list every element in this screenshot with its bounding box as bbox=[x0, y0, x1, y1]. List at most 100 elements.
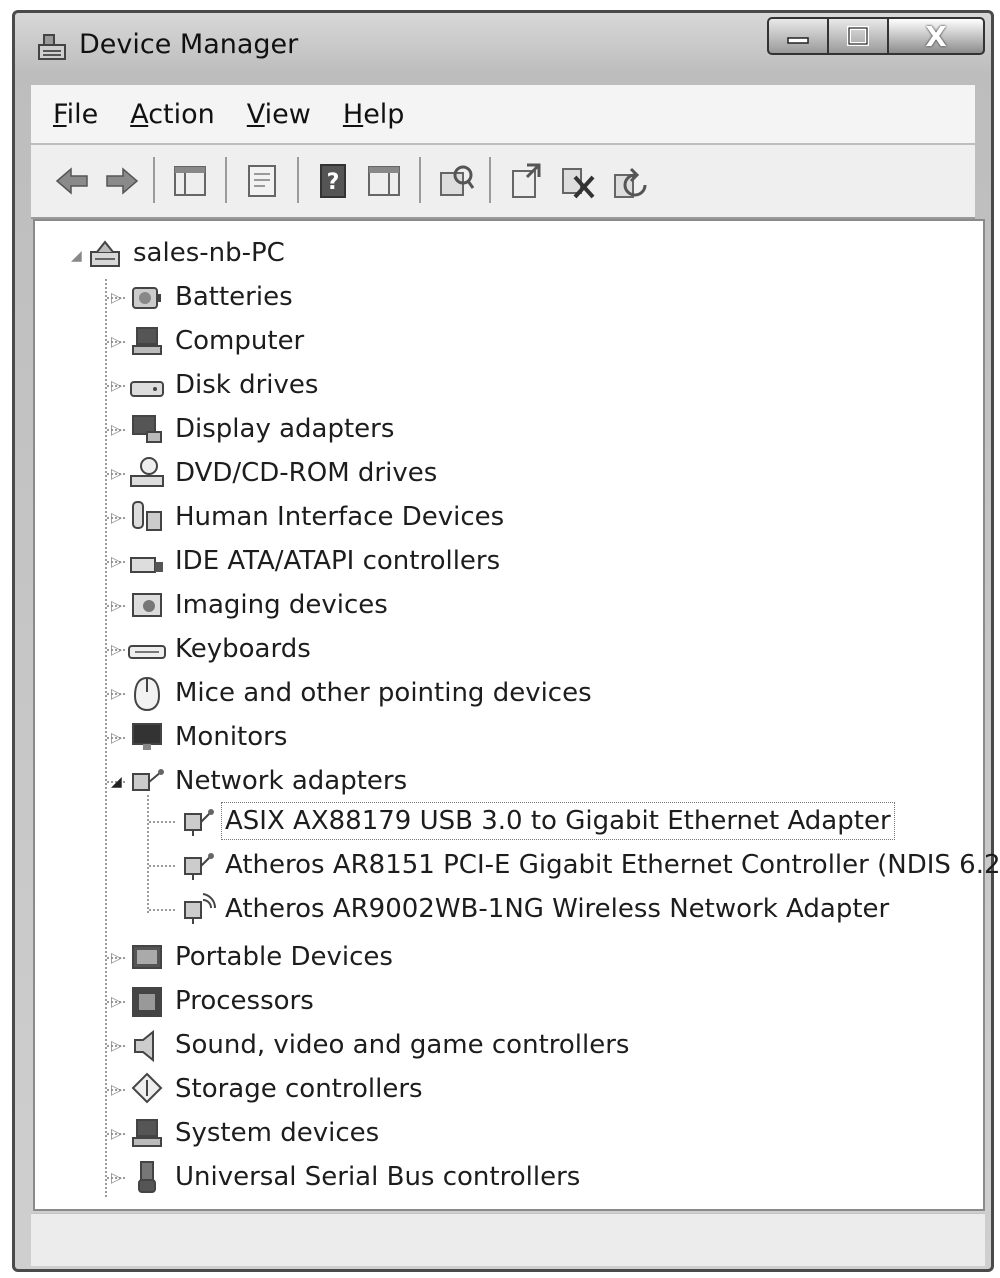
tree-guide-line bbox=[149, 909, 175, 911]
network-adapter-item[interactable]: Atheros AR8151 PCI-E Gigabit Ethernet Co… bbox=[177, 845, 1000, 885]
expand-icon[interactable]: ▷ bbox=[111, 995, 125, 1009]
wireless-adapter-icon bbox=[184, 893, 217, 924]
category-label: System devices bbox=[175, 1118, 380, 1148]
computer-root-icon bbox=[90, 240, 120, 267]
close-icon: X bbox=[925, 19, 947, 53]
toolbar-separator bbox=[297, 157, 299, 203]
category-label: Batteries bbox=[175, 282, 293, 312]
expand-icon[interactable]: ▷ bbox=[111, 379, 125, 393]
toolbar: ? bbox=[31, 145, 975, 219]
expand-icon[interactable]: ▷ bbox=[111, 643, 125, 657]
forward-arrow-icon[interactable] bbox=[103, 161, 141, 201]
computer-icon bbox=[132, 327, 162, 355]
toolbar-separator bbox=[489, 157, 491, 203]
update-driver-icon[interactable] bbox=[507, 161, 545, 201]
device-tree[interactable]: ◢ sales-nb-PC ▷ Batteries ▷ Computer ▷ Disk d… bbox=[33, 219, 1000, 1211]
sound-icon bbox=[134, 1029, 154, 1063]
tree-root[interactable]: sales-nb-PC bbox=[85, 233, 285, 273]
system-device-icon bbox=[132, 1119, 162, 1147]
imaging-device-icon bbox=[132, 593, 162, 617]
category-dvd-cdrom[interactable]: DVD/CD-ROM drives bbox=[127, 453, 437, 493]
device-manager-window: Device Manager X File Action View Help ?… bbox=[12, 10, 1000, 1272]
expand-icon[interactable]: ▷ bbox=[111, 291, 125, 305]
category-disk-drives[interactable]: Disk drives bbox=[127, 365, 318, 405]
toolbar-separator bbox=[225, 157, 227, 203]
svg-text:?: ? bbox=[327, 170, 340, 195]
toolbar-separator bbox=[419, 157, 421, 203]
expand-icon[interactable]: ▷ bbox=[111, 423, 125, 437]
category-system-devices[interactable]: System devices bbox=[127, 1113, 379, 1153]
category-label: Disk drives bbox=[175, 370, 319, 400]
disk-drive-icon bbox=[130, 381, 164, 397]
category-processors[interactable]: Processors bbox=[127, 981, 314, 1021]
scan-hardware-icon[interactable] bbox=[437, 161, 475, 201]
back-arrow-icon[interactable] bbox=[53, 161, 91, 201]
category-batteries[interactable]: Batteries bbox=[127, 277, 293, 317]
show-action-pane-icon[interactable] bbox=[365, 161, 403, 201]
menu-file[interactable]: File bbox=[53, 99, 98, 130]
minimize-icon bbox=[787, 37, 809, 44]
title-bar[interactable]: Device Manager X bbox=[15, 13, 991, 79]
toolbar-separator bbox=[153, 157, 155, 203]
category-computer[interactable]: Computer bbox=[127, 321, 304, 361]
dvd-drive-icon bbox=[130, 457, 164, 487]
category-label: Sound, video and game controllers bbox=[175, 1030, 630, 1060]
expand-icon[interactable]: ▷ bbox=[111, 511, 125, 525]
category-label: Storage controllers bbox=[175, 1074, 423, 1104]
maximize-icon bbox=[847, 26, 869, 46]
menu-help[interactable]: Help bbox=[343, 99, 405, 130]
category-imaging[interactable]: Imaging devices bbox=[127, 585, 388, 625]
category-network-adapters[interactable]: Network adapters bbox=[127, 761, 407, 801]
expand-icon[interactable]: ▷ bbox=[111, 335, 125, 349]
expand-icon[interactable]: ▷ bbox=[111, 1127, 125, 1141]
network-adapter-item[interactable]: Atheros AR9002WB-1NG Wireless Network Ad… bbox=[177, 889, 889, 929]
category-label: Computer bbox=[175, 326, 305, 356]
category-mice[interactable]: Mice and other pointing devices bbox=[127, 673, 592, 713]
uninstall-icon[interactable] bbox=[559, 161, 597, 201]
collapse-icon[interactable]: ◢ bbox=[111, 775, 125, 789]
category-sound-video[interactable]: Sound, video and game controllers bbox=[127, 1025, 629, 1065]
window-title: Device Manager bbox=[79, 29, 299, 60]
expand-icon[interactable]: ▷ bbox=[111, 687, 125, 701]
category-hid[interactable]: Human Interface Devices bbox=[127, 497, 504, 537]
category-display-adapters[interactable]: Display adapters bbox=[127, 409, 394, 449]
ide-controller-icon bbox=[130, 557, 163, 573]
mouse-icon bbox=[133, 676, 161, 712]
expand-icon[interactable]: ▷ bbox=[111, 1039, 125, 1053]
expand-icon[interactable]: ▷ bbox=[111, 599, 125, 613]
category-usb-controllers[interactable]: Universal Serial Bus controllers bbox=[127, 1157, 580, 1197]
menu-bar: File Action View Help bbox=[31, 85, 975, 144]
category-portable-devices[interactable]: Portable Devices bbox=[127, 937, 393, 977]
help-icon[interactable]: ? bbox=[315, 161, 353, 201]
network-adapter-item[interactable]: ASIX AX88179 USB 3.0 to Gigabit Ethernet… bbox=[177, 801, 895, 841]
maximize-button[interactable] bbox=[827, 17, 889, 55]
minimize-button[interactable] bbox=[767, 17, 829, 55]
show-hide-console-tree-icon[interactable] bbox=[171, 161, 209, 201]
expand-icon[interactable]: ▷ bbox=[111, 467, 125, 481]
category-ide-ata[interactable]: IDE ATA/ATAPI controllers bbox=[127, 541, 500, 581]
properties-icon[interactable] bbox=[243, 161, 281, 201]
menu-view[interactable]: View bbox=[247, 99, 311, 130]
expand-icon[interactable]: ▷ bbox=[111, 1083, 125, 1097]
root-collapse-icon[interactable]: ◢ bbox=[71, 249, 85, 263]
tree-root-label: sales-nb-PC bbox=[133, 238, 285, 268]
network-adapter-label: Atheros AR8151 PCI-E Gigabit Ethernet Co… bbox=[225, 850, 1000, 880]
close-button[interactable]: X bbox=[887, 17, 985, 55]
rollback-icon[interactable] bbox=[611, 161, 649, 201]
expand-icon[interactable]: ▷ bbox=[111, 731, 125, 745]
category-keyboards[interactable]: Keyboards bbox=[127, 629, 311, 669]
category-storage-controllers[interactable]: Storage controllers bbox=[127, 1069, 423, 1109]
tree-guide-line bbox=[147, 795, 149, 913]
expand-icon[interactable]: ▷ bbox=[111, 1171, 125, 1185]
category-monitors[interactable]: Monitors bbox=[127, 717, 287, 757]
category-label: IDE ATA/ATAPI controllers bbox=[175, 546, 501, 576]
expand-icon[interactable]: ▷ bbox=[111, 555, 125, 569]
network-adapter-label: Atheros AR9002WB-1NG Wireless Network Ad… bbox=[225, 894, 890, 924]
network-adapter-icon bbox=[184, 853, 214, 880]
expand-icon[interactable]: ▷ bbox=[111, 951, 125, 965]
monitor-icon bbox=[132, 723, 162, 750]
category-label: Imaging devices bbox=[175, 590, 388, 620]
menu-action[interactable]: Action bbox=[130, 99, 215, 130]
tree-guide-line bbox=[149, 821, 175, 823]
category-label: Human Interface Devices bbox=[175, 502, 505, 532]
